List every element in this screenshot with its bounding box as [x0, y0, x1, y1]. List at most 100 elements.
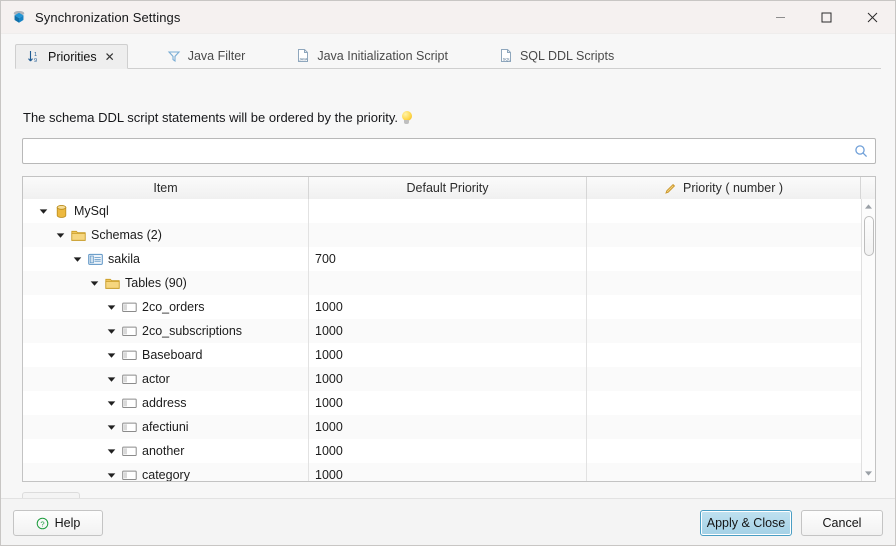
svg-text:SQL: SQL: [503, 56, 512, 61]
tab-label: Java Initialization Script: [317, 48, 448, 63]
tree-item-cell[interactable]: address: [23, 391, 309, 415]
table-row[interactable]: sakila 700: [23, 247, 861, 271]
chevron-down-icon[interactable]: [105, 448, 118, 455]
scrollbar-thumb[interactable]: [864, 216, 874, 256]
cancel-button[interactable]: Cancel: [801, 510, 883, 536]
window-controls: [757, 1, 895, 33]
tree-item-cell[interactable]: actor: [23, 367, 309, 391]
column-header-item[interactable]: Item: [23, 177, 309, 199]
search-box[interactable]: [22, 138, 876, 164]
search-icon[interactable]: [850, 139, 872, 163]
table-row[interactable]: 2co_orders 1000: [23, 295, 861, 319]
priority-cell[interactable]: [587, 295, 861, 319]
tree-item-cell[interactable]: category: [23, 463, 309, 481]
svg-text:JAVA: JAVA: [299, 57, 308, 61]
help-button[interactable]: ? Help: [13, 510, 103, 536]
tree-item-label: sakila: [108, 252, 140, 266]
sort-order-icon: 1 9: [26, 49, 42, 65]
column-header-default-priority[interactable]: Default Priority: [309, 177, 587, 199]
tree-item-cell[interactable]: Schemas (2): [23, 223, 309, 247]
pencil-icon: [664, 182, 677, 195]
question-circle-icon: ?: [36, 517, 49, 530]
priority-cell[interactable]: [587, 463, 861, 481]
tab-priorities[interactable]: 1 9 Priorities ✕: [15, 44, 128, 69]
table-row[interactable]: another 1000: [23, 439, 861, 463]
chevron-down-icon[interactable]: [105, 304, 118, 311]
chevron-down-icon[interactable]: [105, 400, 118, 407]
tree-item-cell[interactable]: 2co_orders: [23, 295, 309, 319]
tree-item-cell[interactable]: Baseboard: [23, 343, 309, 367]
chevron-down-icon[interactable]: [71, 256, 84, 263]
priority-cell[interactable]: [587, 271, 861, 295]
tree-item-label: afectiuni: [142, 420, 189, 434]
tab-java-initialization-script[interactable]: JAVA Java Initialization Script: [285, 43, 460, 68]
tree-item-cell[interactable]: another: [23, 439, 309, 463]
lightbulb-icon: [400, 110, 414, 125]
scroll-down-arrow-icon[interactable]: [862, 466, 875, 481]
tree-item-label: Schemas (2): [91, 228, 162, 242]
table-row[interactable]: MySql: [23, 199, 861, 223]
window-title: Synchronization Settings: [35, 9, 181, 25]
tree-item-cell[interactable]: afectiuni: [23, 415, 309, 439]
tree-item-cell[interactable]: MySql: [23, 199, 309, 223]
chevron-down-icon[interactable]: [88, 280, 101, 287]
table-row[interactable]: Schemas (2): [23, 223, 861, 247]
table-icon: [121, 395, 137, 411]
tree-item-label: address: [142, 396, 187, 410]
cancel-button-label: Cancel: [822, 516, 862, 530]
priority-cell[interactable]: [587, 415, 861, 439]
folder-icon: [70, 227, 86, 243]
priority-cell[interactable]: [587, 319, 861, 343]
chevron-down-icon[interactable]: [105, 328, 118, 335]
close-button[interactable]: [849, 1, 895, 33]
table-row[interactable]: address 1000: [23, 391, 861, 415]
default-priority-cell: [309, 271, 587, 295]
table-row[interactable]: category 1000: [23, 463, 861, 481]
tree-item-label: MySql: [74, 204, 109, 218]
table-row[interactable]: Baseboard 1000: [23, 343, 861, 367]
tree-item-cell[interactable]: 2co_subscriptions: [23, 319, 309, 343]
folder-icon: [104, 275, 120, 291]
table-row[interactable]: 2co_subscriptions 1000: [23, 319, 861, 343]
table-row[interactable]: Tables (90): [23, 271, 861, 295]
default-priority-cell: [309, 223, 587, 247]
search-input[interactable]: [23, 139, 850, 163]
table-row[interactable]: actor 1000: [23, 367, 861, 391]
table-body[interactable]: MySql Schemas (2) sakila 700 Tables (90) 2co_…: [23, 199, 861, 481]
tab-label: SQL DDL Scripts: [519, 48, 615, 63]
chevron-down-icon[interactable]: [105, 424, 118, 431]
title-bar: Synchronization Settings: [1, 1, 895, 34]
table-icon: [121, 467, 137, 481]
priority-cell[interactable]: [587, 439, 861, 463]
maximize-button[interactable]: [803, 1, 849, 33]
tab-close-icon[interactable]: ✕: [105, 51, 115, 63]
tree-item-label: actor: [142, 372, 170, 386]
chevron-down-icon[interactable]: [105, 376, 118, 383]
chevron-down-icon[interactable]: [105, 472, 118, 479]
tab-label: Java Filter: [187, 48, 246, 63]
chevron-down-icon[interactable]: [37, 208, 50, 215]
default-priority-cell: 1000: [309, 463, 587, 481]
tab-java-filter[interactable]: Java Filter: [156, 43, 258, 68]
tab-sql-ddl-scripts[interactable]: SQL SQL DDL Scripts: [488, 43, 626, 68]
minimize-button[interactable]: [757, 1, 803, 33]
tree-item-label: 2co_subscriptions: [142, 324, 243, 338]
priority-cell[interactable]: [587, 247, 861, 271]
scroll-up-arrow-icon[interactable]: [862, 199, 875, 214]
table-row[interactable]: afectiuni 1000: [23, 415, 861, 439]
priority-cell[interactable]: [587, 199, 861, 223]
priority-cell[interactable]: [587, 367, 861, 391]
default-priority-cell: 1000: [309, 319, 587, 343]
funnel-icon: [166, 48, 182, 64]
apply-and-close-button[interactable]: Apply & Close: [700, 510, 792, 536]
chevron-down-icon[interactable]: [105, 352, 118, 359]
tree-item-cell[interactable]: sakila: [23, 247, 309, 271]
vertical-scrollbar[interactable]: [861, 199, 875, 481]
priority-cell[interactable]: [587, 223, 861, 247]
table-icon: [121, 419, 137, 435]
tree-item-cell[interactable]: Tables (90): [23, 271, 309, 295]
priority-cell[interactable]: [587, 343, 861, 367]
column-header-priority[interactable]: Priority ( number ): [587, 177, 861, 199]
chevron-down-icon[interactable]: [54, 232, 67, 239]
priority-cell[interactable]: [587, 391, 861, 415]
